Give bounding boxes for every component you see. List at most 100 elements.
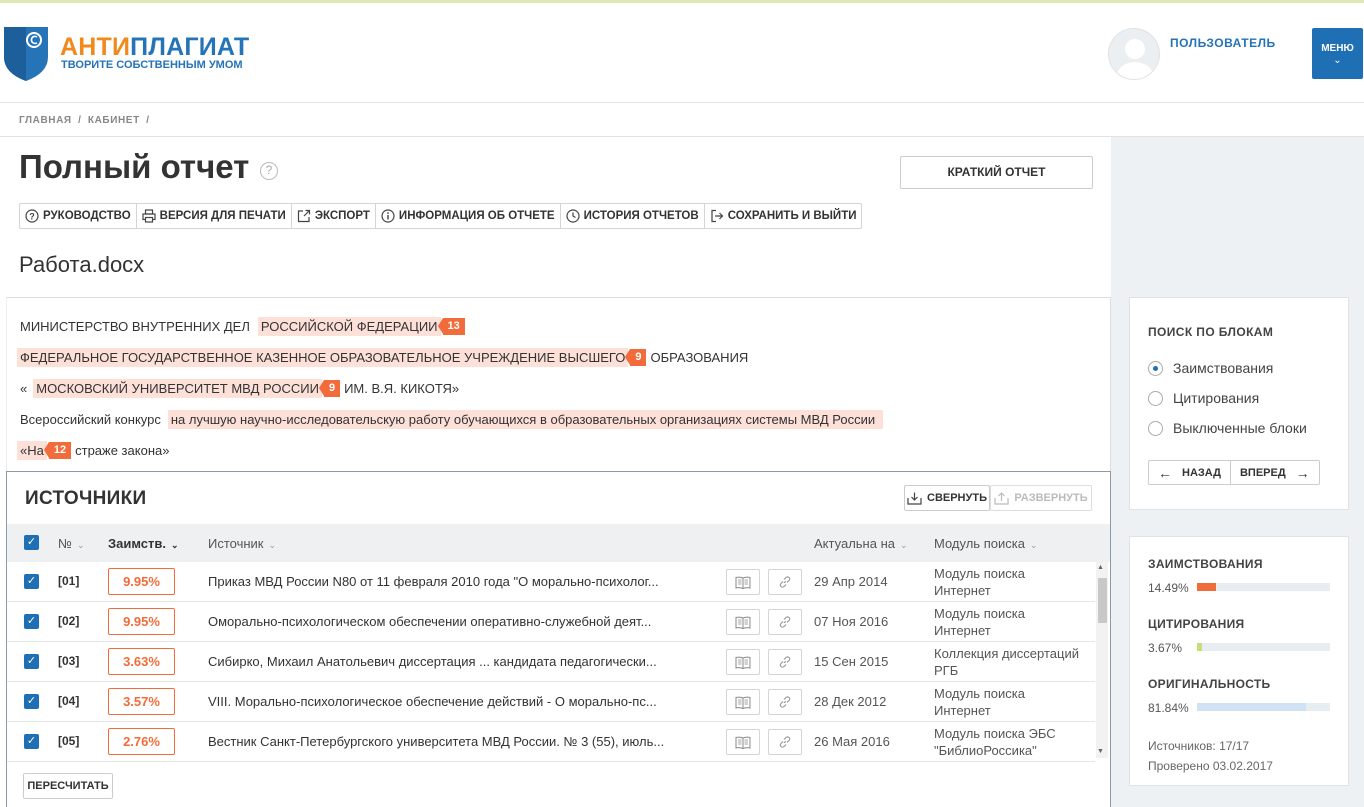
source-badge[interactable]: 9 [318, 380, 341, 397]
citations-label: ЦИТИРОВАНИЯ [1148, 617, 1245, 631]
menu-button[interactable]: МЕНЮ ⌄ [1312, 28, 1363, 79]
source-link-button[interactable] [768, 689, 802, 715]
borrow-percent: 3.63% [108, 648, 175, 675]
logo-text[interactable]: АНТИПЛАГИАТ [60, 33, 249, 62]
table-row[interactable]: ✓ [03] 3.63% Сибирко, Михаил Анатольевич… [7, 642, 1095, 682]
source-title-link[interactable]: Приказ МВД России N80 от 11 февраля 2010… [208, 574, 688, 589]
document-line: ФЕДЕРАЛЬНОЕ ГОСУДАРСТВЕННОЕ КАЗЕННОЕ ОБР… [17, 348, 748, 367]
source-title-link[interactable]: Оморально-психологическом обеспечении оп… [208, 614, 688, 629]
borrowed-fragment[interactable]: МОСКОВСКИЙ УНИВЕРСИТЕТ МВД РОССИИ [33, 379, 322, 398]
source-link-button[interactable] [768, 609, 802, 635]
scrollbar-thumb[interactable] [1098, 578, 1107, 623]
breadcrumb: ГЛАВНАЯ / КАБИНЕТ / [19, 115, 153, 126]
source-title-link[interactable]: Сибирко, Михаил Анатольевич диссертация … [208, 654, 688, 669]
menu-label: МЕНЮ [1321, 43, 1354, 54]
row-checkbox[interactable]: ✓ [24, 614, 39, 629]
module-line: Интернет [934, 583, 991, 598]
module-line: Модуль поиска [934, 686, 1025, 701]
shield-logo-icon[interactable] [2, 23, 50, 83]
module-line: Модуль поиска [934, 606, 1025, 621]
row-checkbox[interactable]: ✓ [24, 694, 39, 709]
link-icon [779, 616, 791, 628]
borrowed-fragment[interactable]: РОССИЙСКОЙ ФЕДЕРАЦИИ [257, 317, 441, 336]
row-checkbox[interactable]: ✓ [24, 734, 39, 749]
block-search-title: ПОИСК ПО БЛОКАМ [1148, 325, 1274, 339]
table-row[interactable]: ✓ [01] 9.95% Приказ МВД России N80 от 11… [7, 562, 1095, 602]
view-source-button[interactable] [726, 689, 760, 715]
row-number: [03] [58, 654, 80, 668]
document-filename: Работа.docx [19, 252, 145, 277]
link-icon [779, 696, 791, 708]
help-icon[interactable]: ? [260, 162, 278, 180]
source-badge[interactable]: 9 [625, 349, 647, 366]
breadcrumb-home[interactable]: ГЛАВНАЯ [19, 115, 72, 126]
radio-label: Заимствования [1173, 360, 1274, 376]
row-checkbox[interactable]: ✓ [24, 654, 39, 669]
report-history-button[interactable]: ИСТОРИЯ ОТЧЕТОВ [561, 204, 705, 228]
view-source-button[interactable] [726, 729, 760, 755]
column-header-module[interactable]: Модуль поиска ⌄ [934, 536, 1037, 551]
save-exit-button[interactable]: СОХРАНИТЬ И ВЫЙТИ [705, 204, 862, 228]
citations-bar-fill [1197, 643, 1202, 651]
block-search-panel: ПОИСК ПО БЛОКАМ Заимствования Цитировани… [1129, 297, 1349, 510]
borrowed-fragment[interactable]: «На [17, 441, 47, 460]
view-source-button[interactable] [726, 649, 760, 675]
document-text-area: МИНИСТЕРСТВО ВНУТРЕННИХ ДЕЛ РОССИЙСКОЙ Ф… [6, 297, 1111, 472]
citations-bar [1197, 643, 1330, 651]
guide-button[interactable]: ? РУКОВОДСТВО [20, 204, 137, 228]
source-title-link[interactable]: Вестник Санкт-Петербургского университет… [208, 734, 688, 749]
search-module: Модуль поиска Интернет [934, 605, 1094, 639]
short-report-button[interactable]: КРАТКИЙ ОТЧЕТ [900, 156, 1093, 189]
scroll-down-arrow-icon[interactable]: ▼ [1097, 748, 1104, 755]
scroll-up-arrow-icon[interactable]: ▲ [1097, 564, 1104, 571]
export-icon [297, 209, 310, 223]
source-badge[interactable]: 12 [43, 442, 72, 459]
table-row[interactable]: ✓ [04] 3.57% VIII. Морально-психологичес… [7, 682, 1095, 722]
stats-panel: ЗАИМСТВОВАНИЯ 14.49% ЦИТИРОВАНИЯ 3.67% О… [1129, 536, 1349, 786]
source-badge[interactable]: 13 [437, 318, 465, 335]
sources-panel: ИСТОЧНИКИ СВЕРНУТЬ РАЗВЕРНУТЬ ✓ № ⌄ Заимс… [6, 471, 1111, 807]
breadcrumb-cabinet[interactable]: КАБИНЕТ [88, 115, 140, 126]
radio-disabled-blocks[interactable]: Выключенные блоки [1148, 420, 1307, 436]
source-title-link[interactable]: VIII. Морально-психологическое обеспечен… [208, 694, 688, 709]
borrow-percent: 9.95% [108, 568, 175, 595]
column-header-source[interactable]: Источник ⌄ [208, 536, 276, 551]
view-source-button[interactable] [726, 609, 760, 635]
chevron-down-icon: ⌄ [171, 540, 179, 550]
expand-button[interactable]: РАЗВЕРНУТЬ [990, 485, 1092, 511]
report-info-button[interactable]: ИНФОРМАЦИЯ ОБ ОТЧЕТЕ [376, 204, 561, 228]
forward-button[interactable]: ВПЕРЕД → [1231, 461, 1319, 484]
borrowed-fragment[interactable]: ФЕДЕРАЛЬНОЕ ГОСУДАРСТВЕННОЕ КАЗЕННОЕ ОБР… [17, 348, 629, 367]
search-module: Модуль поиска ЭБС "БиблиоРоссика" [934, 725, 1094, 759]
arrow-left-icon: ← [1158, 464, 1172, 481]
source-link-button[interactable] [768, 729, 802, 755]
table-row[interactable]: ✓ [05] 2.76% Вестник Санкт-Петербургског… [7, 722, 1095, 762]
column-header-actual[interactable]: Актуальна на ⌄ [814, 536, 908, 551]
view-source-button[interactable] [726, 569, 760, 595]
back-button[interactable]: ← НАЗАД [1149, 461, 1231, 484]
source-link-button[interactable] [768, 569, 802, 595]
actual-date: 15 Сен 2015 [814, 654, 889, 669]
collapse-button[interactable]: СВЕРНУТЬ [904, 485, 990, 511]
printer-icon [142, 209, 156, 223]
chevron-down-icon: ⌄ [1333, 55, 1342, 66]
column-header-borrow[interactable]: Заимств. ⌄ [108, 536, 179, 551]
table-row[interactable]: ✓ [02] 9.95% Оморально-психологическом о… [7, 602, 1095, 642]
recalculate-button[interactable]: ПЕРЕСЧИТАТЬ [23, 773, 113, 799]
select-all-checkbox[interactable]: ✓ [24, 535, 39, 550]
export-button[interactable]: ЭКСПОРТ [292, 204, 376, 228]
borrowings-bar [1197, 583, 1330, 591]
user-name-link[interactable]: ПОЛЬЗОВАТЕЛЬ [1170, 36, 1276, 50]
link-icon [779, 576, 791, 588]
column-header-number[interactable]: № ⌄ [58, 536, 85, 551]
module-line: Модуль поиска [934, 566, 1025, 581]
breadcrumb-separator: / [78, 115, 82, 126]
print-version-button[interactable]: ВЕРСИЯ ДЛЯ ПЕЧАТИ [137, 204, 292, 228]
row-checkbox[interactable]: ✓ [24, 574, 39, 589]
avatar[interactable] [1108, 28, 1160, 80]
borrowed-fragment[interactable]: на лучшую научно-исследовательскую работ… [167, 410, 884, 429]
radio-borrowings[interactable]: Заимствования [1148, 360, 1273, 376]
source-link-button[interactable] [768, 649, 802, 675]
radio-citations[interactable]: Цитирования [1148, 390, 1259, 406]
book-icon [735, 696, 751, 709]
